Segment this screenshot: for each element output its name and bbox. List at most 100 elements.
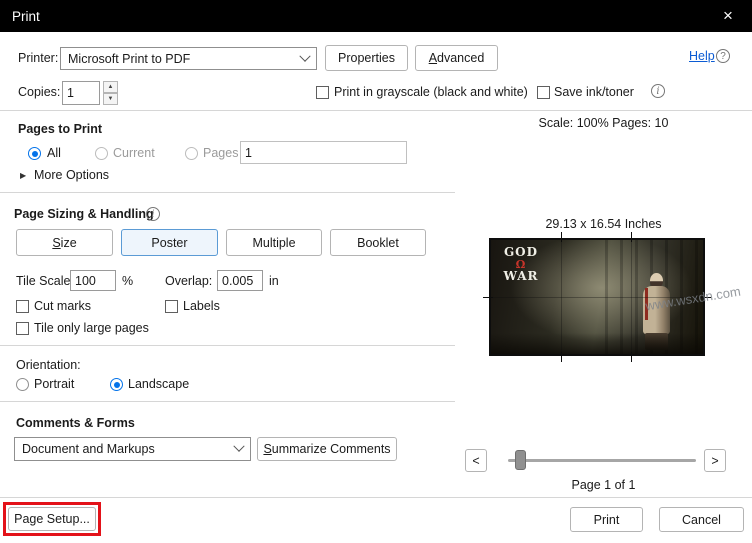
overlap-label: Overlap: (165, 274, 213, 288)
tile-tick (630, 232, 632, 242)
tile-only-checkbox[interactable] (16, 322, 29, 335)
down-arrow-icon: ▼ (107, 96, 114, 102)
cancel-label: Cancel (682, 512, 721, 527)
dimensions-label: 29.13 x 16.54 Inches (545, 217, 662, 231)
multiple-label: Multiple (252, 235, 296, 250)
size-button[interactable]: Size (16, 229, 113, 256)
advanced-button[interactable]: Advanced (415, 45, 498, 71)
copies-label: Copies: (18, 85, 61, 99)
help-icon[interactable]: ? (716, 49, 730, 63)
close-icon[interactable]: × (716, 4, 740, 28)
separator (0, 497, 752, 498)
tile-scale-label: Tile Scale: (16, 274, 74, 288)
page-range-input[interactable] (240, 141, 407, 164)
pages-to-print-heading: Pages to Print (18, 122, 103, 136)
cancel-button[interactable]: Cancel (659, 507, 744, 532)
advanced-label: Advanced (428, 51, 485, 65)
ground-shadow (491, 333, 703, 354)
chevron-down-icon (233, 440, 245, 452)
separator (0, 110, 752, 111)
properties-label: Properties (338, 51, 395, 65)
print-dialog: Print × Printer: Microsoft Print to PDF … (0, 0, 752, 543)
gow-logo-god: GOD (503, 245, 539, 259)
tile-tick (560, 232, 562, 242)
page-slider[interactable] (508, 459, 696, 462)
save-ink-label: Save ink/toner (554, 85, 634, 99)
kratos-red-stripe (645, 288, 648, 320)
multiple-button[interactable]: Multiple (226, 229, 322, 256)
comments-select[interactable]: Document and Markups (14, 437, 251, 461)
tile-scale-input[interactable] (70, 270, 116, 291)
print-label: Print (593, 512, 620, 527)
window-title: Print (12, 8, 40, 24)
labels-label: Labels (183, 299, 220, 313)
landscape-label: Landscape (128, 377, 190, 391)
radio-all[interactable] (28, 147, 41, 160)
chevron-down-icon (299, 50, 311, 62)
tile-scale-unit: % (122, 274, 134, 288)
printer-select-value: Microsoft Print to PDF (68, 51, 191, 66)
booklet-button[interactable]: Booklet (330, 229, 426, 256)
radio-pages-label: Pages (203, 146, 239, 160)
scale-info: Scale: 100% Pages: 10 (538, 116, 669, 130)
gow-logo: GOD Ω WAR (499, 246, 543, 282)
tile-tick (560, 352, 562, 362)
ink-info-icon[interactable]: i (651, 84, 665, 98)
radio-landscape[interactable] (110, 378, 123, 391)
grayscale-checkbox[interactable] (316, 86, 329, 99)
properties-button[interactable]: Properties (325, 45, 408, 71)
copies-input[interactable] (62, 81, 100, 105)
grayscale-label: Print in grayscale (black and white) (334, 85, 528, 99)
slider-handle[interactable] (515, 450, 526, 470)
poster-button[interactable]: Poster (121, 229, 218, 256)
cut-marks-label: Cut marks (34, 299, 91, 313)
help-link[interactable]: Help (689, 49, 715, 63)
print-button[interactable]: Print (570, 507, 643, 532)
more-options-triangle-icon: ▶ (20, 171, 27, 180)
comments-select-value: Document and Markups (22, 442, 155, 456)
separator (0, 192, 455, 193)
summarize-comments-label: Summarize Comments (263, 442, 391, 456)
sizing-info-icon[interactable]: i (146, 207, 160, 221)
tile-tick (701, 297, 711, 298)
page-setup-label: Page Setup... (14, 512, 90, 526)
labels-checkbox[interactable] (165, 300, 178, 313)
separator (0, 345, 455, 346)
up-arrow-icon: ▲ (107, 84, 114, 90)
poster-label: Poster (151, 235, 188, 250)
tile-boundary (491, 297, 703, 298)
page-setup-button[interactable]: Page Setup... (8, 507, 96, 531)
booklet-label: Booklet (357, 235, 399, 250)
titlebar: Print × (0, 0, 752, 32)
preview-art: GOD Ω WAR (491, 240, 703, 354)
printer-label: Printer: (18, 51, 59, 65)
size-label: Size (52, 235, 77, 250)
tile-tick (630, 352, 632, 362)
printer-select[interactable]: Microsoft Print to PDF (60, 47, 317, 70)
portrait-label: Portrait (34, 377, 75, 391)
tile-only-label: Tile only large pages (34, 321, 149, 335)
preview-frame: GOD Ω WAR (483, 232, 711, 362)
cut-marks-checkbox[interactable] (16, 300, 29, 313)
tile-tick (483, 297, 493, 298)
comments-forms-heading: Comments & Forms (16, 416, 135, 430)
more-options-toggle[interactable]: More Options (34, 168, 109, 182)
prev-page-label: < (472, 453, 480, 468)
overlap-unit: in (269, 274, 279, 288)
overlap-input[interactable] (217, 270, 263, 291)
page-sizing-heading: Page Sizing & Handling (14, 207, 154, 221)
prev-page-button[interactable]: < (465, 449, 487, 472)
save-ink-checkbox[interactable] (537, 86, 550, 99)
separator (0, 401, 455, 402)
radio-all-label: All (47, 146, 61, 160)
radio-portrait[interactable] (16, 378, 29, 391)
next-page-button[interactable]: > (704, 449, 726, 472)
copies-stepper-down[interactable]: ▼ (103, 93, 118, 105)
summarize-comments-button[interactable]: Summarize Comments (257, 437, 397, 461)
next-page-label: > (711, 453, 719, 468)
radio-pages[interactable] (185, 147, 198, 160)
radio-current-label: Current (113, 146, 155, 160)
copies-stepper-up[interactable]: ▲ (103, 81, 118, 93)
gow-logo-war: WAR (503, 268, 539, 283)
radio-current[interactable] (95, 147, 108, 160)
